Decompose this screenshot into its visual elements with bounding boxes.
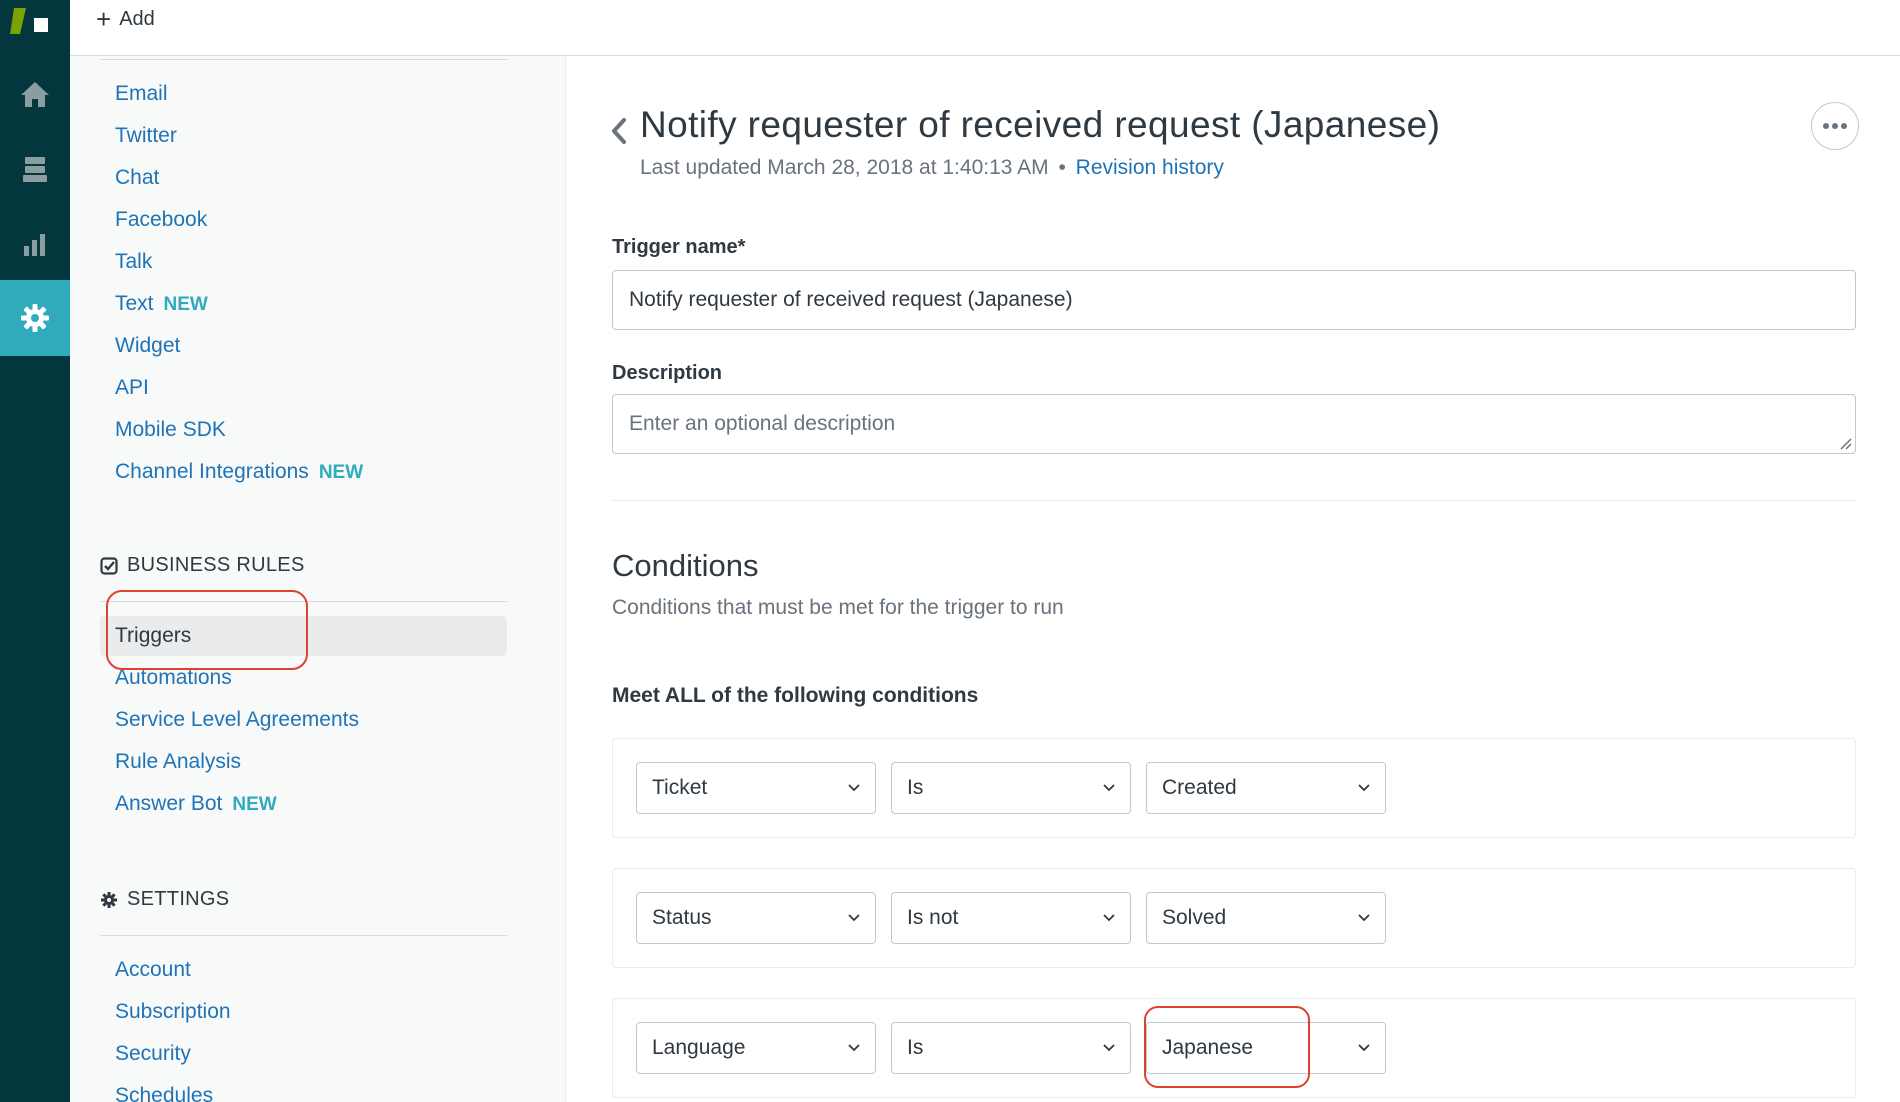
condition-value-select[interactable]: Created — [1146, 762, 1386, 814]
top-bar: + Add — [70, 0, 1900, 56]
dot-icon — [1841, 123, 1847, 129]
rail-admin-button[interactable] — [0, 280, 70, 356]
zendesk-logo-icon[interactable] — [10, 4, 58, 42]
sidebar-item-automations[interactable]: Automations — [115, 666, 232, 690]
sidebar-item-api[interactable]: API — [115, 376, 149, 400]
add-button-label: Add — [119, 7, 155, 30]
chevron-down-icon — [1103, 784, 1115, 792]
nav-divider — [100, 935, 507, 936]
sidebar-item-facebook[interactable]: Facebook — [115, 208, 207, 232]
settings-heading: SETTINGS — [100, 888, 229, 911]
sidebar-item-account[interactable]: Account — [115, 958, 191, 982]
chevron-down-icon — [848, 914, 860, 922]
chevron-down-icon — [1103, 914, 1115, 922]
sidebar-item-mobile-sdk[interactable]: Mobile SDK — [115, 418, 226, 442]
sidebar-item-triggers[interactable]: Triggers — [115, 624, 191, 648]
sidebar-item-text[interactable]: Text NEW — [115, 292, 208, 316]
meet-all-label: Meet ALL of the following conditions — [612, 684, 979, 707]
nav-divider — [100, 601, 507, 602]
views-icon — [23, 157, 47, 182]
plus-icon: + — [96, 4, 112, 34]
new-badge: NEW — [232, 794, 277, 815]
sidebar-item-widget[interactable]: Widget — [115, 334, 180, 358]
chevron-down-icon — [1358, 784, 1370, 792]
condition-operator-select[interactable]: Is — [891, 1022, 1131, 1074]
chevron-down-icon — [1358, 914, 1370, 922]
chevron-down-icon — [1103, 1044, 1115, 1052]
resize-handle-icon[interactable] — [1838, 436, 1852, 450]
last-updated-text: Last updated March 28, 2018 at 1:40:13 A… — [640, 156, 1224, 179]
sidebar-item-service-level-agreements[interactable]: Service Level Agreements — [115, 708, 359, 732]
condition-field-select[interactable]: Ticket — [636, 762, 876, 814]
sidebar-item-answer-bot[interactable]: Answer Bot NEW — [115, 792, 277, 816]
trigger-name-input[interactable]: Notify requester of received request (Ja… — [612, 270, 1856, 330]
description-label: Description — [612, 362, 723, 384]
condition-row: Status Is not Solved — [612, 868, 1856, 968]
add-button[interactable]: + Add — [96, 6, 155, 32]
rail-views-button[interactable] — [0, 131, 70, 207]
chevron-down-icon — [1358, 1044, 1370, 1052]
sidebar-item-talk[interactable]: Talk — [115, 250, 152, 274]
rail-home-button[interactable] — [0, 56, 70, 132]
sidebar-item-email[interactable]: Email — [115, 82, 168, 106]
sidebar-item-security[interactable]: Security — [115, 1042, 191, 1066]
reporting-icon — [24, 234, 45, 256]
product-rail — [0, 0, 70, 1102]
nav-divider — [100, 59, 507, 60]
more-options-button[interactable] — [1811, 102, 1859, 150]
condition-operator-select[interactable]: Is — [891, 762, 1131, 814]
sidebar-item-subscription[interactable]: Subscription — [115, 1000, 231, 1024]
sidebar-item-rule-analysis[interactable]: Rule Analysis — [115, 750, 241, 774]
checkbox-icon — [100, 556, 118, 575]
sidebar-item-chat[interactable]: Chat — [115, 166, 159, 190]
gear-icon — [21, 304, 49, 332]
gear-icon — [101, 891, 117, 908]
conditions-description: Conditions that must be met for the trig… — [612, 596, 1064, 619]
revision-history-link[interactable]: Revision history — [1076, 156, 1224, 179]
dot-icon — [1823, 123, 1829, 129]
condition-row: Language Is Japanese — [612, 998, 1856, 1098]
trigger-name-label: Trigger name* — [612, 236, 746, 258]
condition-value-select[interactable]: Solved — [1146, 892, 1386, 944]
dot-icon — [1832, 123, 1838, 129]
condition-field-select[interactable]: Language — [636, 1022, 876, 1074]
admin-sidebar: Email Twitter Chat Facebook Talk Text NEW… — [70, 56, 566, 1102]
chevron-down-icon — [848, 784, 860, 792]
new-badge: NEW — [163, 294, 208, 315]
condition-value-select[interactable]: Japanese — [1146, 1022, 1386, 1074]
page-title: Notify requester of received request (Ja… — [640, 104, 1441, 145]
main-content: Notify requester of received request (Ja… — [566, 56, 1900, 1102]
rail-reporting-button[interactable] — [0, 207, 70, 283]
chevron-down-icon — [848, 1044, 860, 1052]
chevron-left-icon[interactable] — [608, 116, 630, 146]
condition-field-select[interactable]: Status — [636, 892, 876, 944]
home-icon — [21, 82, 49, 107]
new-badge: NEW — [318, 462, 364, 483]
description-textarea[interactable]: Enter an optional description — [612, 394, 1856, 454]
sidebar-item-schedules[interactable]: Schedules — [115, 1084, 213, 1102]
sidebar-item-twitter[interactable]: Twitter — [115, 124, 177, 148]
sidebar-item-channel-integrations[interactable]: Channel Integrations NEW — [115, 460, 363, 484]
condition-row: Ticket Is Created — [612, 738, 1856, 838]
conditions-title: Conditions — [612, 548, 759, 583]
business-rules-heading: BUSINESS RULES — [100, 554, 305, 577]
condition-operator-select[interactable]: Is not — [891, 892, 1131, 944]
section-divider — [612, 500, 1856, 501]
